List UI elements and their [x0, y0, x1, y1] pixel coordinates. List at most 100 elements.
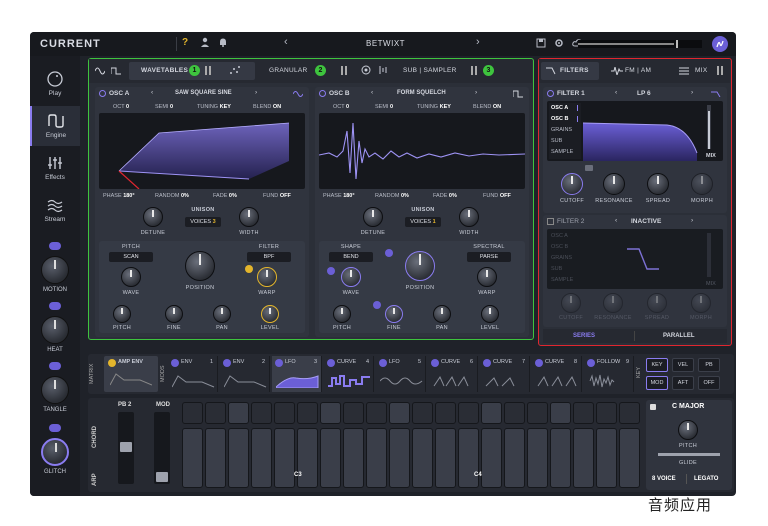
osc-a-pitch-knob[interactable] — [113, 305, 131, 323]
osc-a-prev-button[interactable]: ‹ — [151, 89, 153, 96]
user-icon[interactable] — [200, 37, 210, 50]
piano-black-key[interactable] — [619, 402, 640, 424]
sampler-icon[interactable] — [379, 65, 389, 77]
filter-2-morph-knob[interactable] — [691, 293, 711, 313]
osc-a-position-knob[interactable] — [185, 251, 215, 281]
piano-white-key[interactable] — [435, 428, 456, 488]
osc-a-wave-knob[interactable] — [121, 267, 141, 287]
filter-2-source-osc-b[interactable]: OSC B — [551, 244, 568, 250]
pause-icon[interactable] — [341, 66, 343, 75]
osc-a-filter-mode-select[interactable]: BPF — [247, 252, 291, 262]
piano-white-key[interactable] — [481, 428, 502, 488]
piano-white-key[interactable] — [527, 428, 548, 488]
piano-white-key[interactable] — [182, 428, 203, 488]
mod-wheel-handle[interactable] — [156, 472, 168, 482]
piano-white-key[interactable] — [251, 428, 272, 488]
osc-b-power-icon[interactable] — [319, 90, 326, 97]
osc-b-prev-button[interactable]: ‹ — [371, 89, 373, 96]
legato-toggle[interactable]: LEGATO — [694, 476, 718, 482]
matrix-label[interactable]: MATRIX — [89, 364, 95, 384]
filter-2-cutoff-knob[interactable] — [561, 293, 581, 313]
piano-black-key[interactable] — [205, 402, 226, 424]
macro-motion-mod-button[interactable] — [49, 242, 61, 250]
mod-pb-button[interactable]: PB — [698, 358, 720, 372]
piano-white-key[interactable] — [573, 428, 594, 488]
piano-black-key[interactable] — [596, 402, 617, 424]
osc-b-pan-knob[interactable] — [433, 305, 451, 323]
piano-key-pad[interactable] — [389, 402, 410, 424]
filter-1-source-sub[interactable]: SUB — [551, 138, 562, 144]
osc-a-voices-select[interactable]: VOICES 3 — [185, 217, 221, 227]
mod-slot-dot[interactable] — [483, 359, 491, 367]
piano-black-key[interactable] — [182, 402, 203, 424]
piano-white-key[interactable] — [619, 428, 640, 488]
osc-a-fine-knob[interactable] — [165, 305, 183, 323]
mod-vel-button[interactable]: VEL — [672, 358, 694, 372]
filter-2-resonance-knob[interactable] — [603, 293, 623, 313]
mod-slot-dot[interactable] — [587, 359, 595, 367]
filter-1-source-osc-a[interactable]: OSC A — [551, 105, 568, 111]
nav-stream[interactable]: Stream — [30, 190, 80, 230]
lock-icon[interactable] — [650, 404, 656, 410]
filter-2-type[interactable]: INACTIVE — [631, 218, 661, 225]
piano-white-key[interactable] — [205, 428, 226, 488]
pause-icon[interactable] — [205, 66, 207, 75]
osc-b-next-button[interactable]: › — [475, 89, 477, 96]
osc-b-phase[interactable]: PHASE 180° — [323, 193, 355, 199]
osc-b-shape-select[interactable]: BEND — [329, 252, 373, 262]
osc-a-pitch-mode-select[interactable]: SCAN — [109, 252, 153, 262]
sine-wave-icon[interactable] — [94, 67, 106, 77]
osc-a-fade[interactable]: FADE 0% — [213, 193, 237, 199]
routing-parallel-button[interactable]: PARALLEL — [663, 333, 695, 339]
osc-a-pan-knob[interactable] — [213, 305, 231, 323]
osc-b-fund[interactable]: FUND OFF — [483, 193, 511, 199]
osc-a-random[interactable]: RANDOM 0% — [155, 193, 189, 199]
mod-slot-lfo-5[interactable]: LFO 5 — [376, 356, 426, 392]
filter-1-resonance-knob[interactable] — [603, 173, 625, 195]
osc-b-semi[interactable]: SEMI 0 — [375, 104, 393, 110]
filter-1-spread-knob[interactable] — [647, 173, 669, 195]
arp-mode-button[interactable]: ARP — [92, 473, 98, 486]
piano-white-key[interactable] — [343, 428, 364, 488]
macro-glitch-mod-button[interactable] — [49, 424, 61, 432]
mod-mod-button[interactable]: MOD — [646, 376, 668, 390]
macro-motion-knob[interactable] — [41, 256, 69, 284]
preset-prev-button[interactable]: ‹ — [284, 36, 288, 48]
mod-slot-env-2[interactable]: ENV 2 — [220, 356, 270, 392]
piano-black-key[interactable] — [343, 402, 364, 424]
mod-slot-dot[interactable] — [275, 359, 283, 367]
osc-a-wavetable-display[interactable] — [99, 113, 305, 190]
mod-slot-curve-4[interactable]: CURVE 4 — [324, 356, 374, 392]
piano-white-key[interactable] — [297, 428, 318, 488]
mod-key-button[interactable]: KEY — [646, 358, 668, 372]
osc-b-fine-knob[interactable] — [385, 305, 403, 323]
mod-off-button[interactable]: OFF — [698, 376, 720, 390]
filter-2-source-osc-a[interactable]: OSC A — [551, 233, 568, 239]
tab-sub-sampler[interactable]: SUB | SAMPLER — [403, 67, 457, 74]
piano-key-pad[interactable] — [481, 402, 502, 424]
piano-white-key[interactable] — [366, 428, 387, 488]
piano-black-key[interactable] — [504, 402, 525, 424]
grain-scatter-icon[interactable] — [229, 65, 241, 77]
mod-slot-dot[interactable] — [431, 359, 439, 367]
voice-count-select[interactable]: 8 VOICE — [652, 476, 676, 482]
osc-b-wave-icon[interactable] — [512, 90, 523, 100]
nav-engine[interactable]: Engine — [30, 106, 80, 146]
osc-b-oct[interactable]: OCT 0 — [333, 104, 349, 110]
global-pitch-knob[interactable] — [678, 420, 698, 440]
glide-slider[interactable] — [658, 453, 720, 456]
filter-1-prev-button[interactable]: ‹ — [615, 89, 617, 96]
piano-white-key[interactable] — [274, 428, 295, 488]
help-icon[interactable]: ? — [182, 37, 188, 48]
filter-2-prev-button[interactable]: ‹ — [615, 217, 617, 224]
filter-1-source-sample[interactable]: SAMPLE — [551, 149, 573, 155]
osc-a-next-button[interactable]: › — [255, 89, 257, 96]
mod-slot-env-1[interactable]: ENV 1 — [168, 356, 218, 392]
tab-mix[interactable]: MIX — [695, 67, 707, 74]
filter-2-response-display[interactable] — [547, 229, 723, 289]
osc-a-width-knob[interactable] — [239, 207, 259, 227]
osc-b-tuning[interactable]: TUNING KEY — [417, 104, 451, 110]
osc-b-voices-select[interactable]: VOICES 1 — [405, 217, 441, 227]
mod-slot-dot[interactable] — [535, 359, 543, 367]
piano-white-key[interactable] — [458, 428, 479, 488]
